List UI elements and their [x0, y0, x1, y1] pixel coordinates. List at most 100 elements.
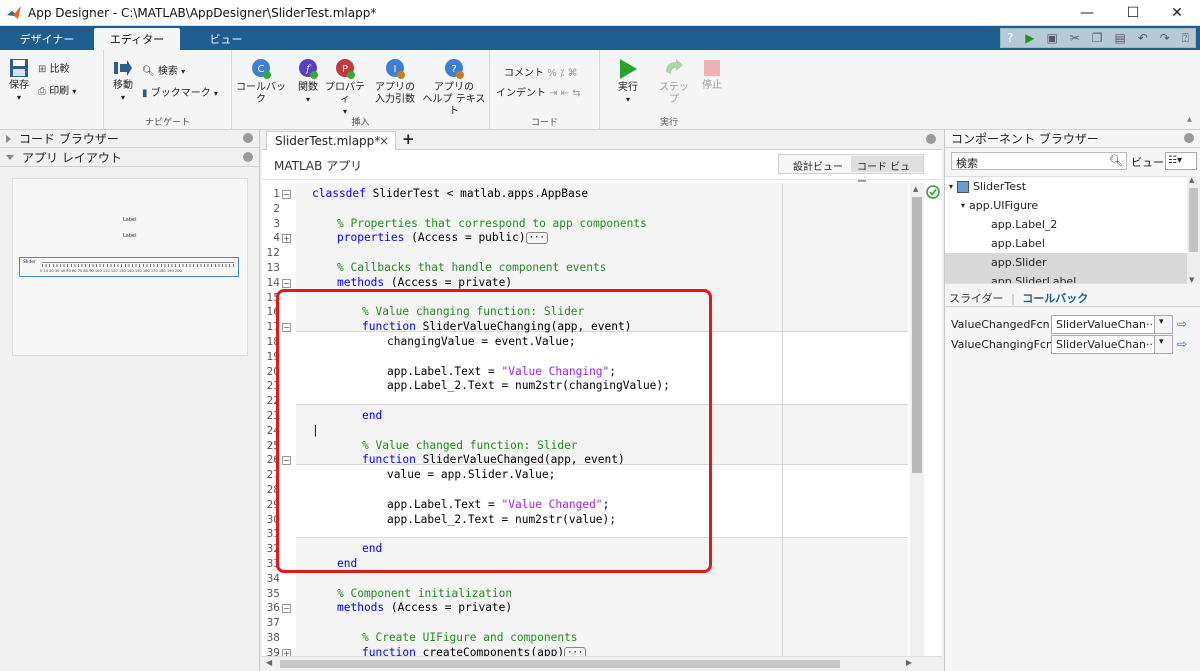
tab-slider-properties[interactable]: スライダー: [949, 292, 1004, 305]
copy-icon[interactable]: ❐: [1092, 31, 1103, 45]
code-browser-header[interactable]: コード ブラウザー: [0, 130, 259, 148]
tree-item-uifigure[interactable]: ▾ app.UIFigure: [945, 196, 1187, 215]
expand-fold-icon[interactable]: +: [282, 234, 291, 244]
code-line[interactable]: 38 % Create UIFigure and components: [262, 631, 910, 646]
code-line[interactable]: 29 app.Label.Text = "Value Changed";: [262, 498, 910, 513]
code-line[interactable]: 33 end: [262, 557, 910, 572]
tree-item-label-2[interactable]: app.Label_2: [945, 215, 1187, 234]
tab-slidertest[interactable]: SliderTest.mlapp* ×: [266, 131, 396, 151]
code-line[interactable]: 14− methods (Access = private): [262, 276, 910, 291]
code-line[interactable]: 25 % Value changed function: Slider: [262, 439, 910, 454]
code-line[interactable]: 22: [262, 394, 910, 409]
help-search-icon[interactable]: ⍰: [1182, 31, 1189, 46]
code-line[interactable]: 16 % Value changing function: Slider: [262, 305, 910, 320]
code-line[interactable]: 27 value = app.Slider.Value;: [262, 468, 910, 483]
panel-close-icon[interactable]: [926, 134, 936, 144]
print-button[interactable]: ⎙ 印刷 ▾: [38, 86, 100, 98]
code-line[interactable]: 34: [262, 572, 910, 587]
go-to-callback-icon[interactable]: ⇨: [1177, 317, 1187, 331]
value-changed-fcn-select[interactable]: SliderValueChan··· ▾: [1051, 314, 1173, 334]
stop-button[interactable]: 停止: [698, 58, 726, 92]
no-issues-check-icon[interactable]: [926, 185, 940, 199]
code-line[interactable]: 13 % Callbacks that handle component even…: [262, 261, 910, 276]
search-button[interactable]: 🔍︎ 検索 ▾: [142, 66, 212, 78]
tree-item-slider[interactable]: app.Slider: [945, 253, 1187, 272]
code-line[interactable]: 4 + properties (Access = public) ···: [262, 231, 910, 246]
code-line[interactable]: 23 end: [262, 409, 910, 424]
value-changing-fcn-select[interactable]: SliderValueChan··· ▾: [1051, 334, 1173, 354]
app-help-text-button[interactable]: ? アプリの ヘルプ テキスト: [422, 58, 486, 118]
tab-close-icon[interactable]: ×: [379, 134, 389, 148]
maximize-button[interactable]: ☐: [1110, 0, 1156, 26]
tree-scrollbar[interactable]: ▲ ▼: [1187, 176, 1200, 284]
code-line[interactable]: 1− classdef SliderTest < matlab.apps.AppB…: [262, 187, 910, 202]
run-icon[interactable]: ▶: [1025, 31, 1034, 45]
panel-close-icon[interactable]: [1184, 133, 1194, 143]
collapse-fold-icon[interactable]: −: [282, 604, 291, 614]
code-line[interactable]: 15: [262, 291, 910, 306]
collapse-fold-icon[interactable]: −: [282, 456, 291, 466]
code-line[interactable]: 30 app.Label_2.Text = num2str(value);: [262, 513, 910, 528]
go-to-callback-icon[interactable]: ⇨: [1177, 337, 1187, 351]
close-button[interactable]: ✕: [1154, 0, 1200, 26]
tab-editor[interactable]: エディター: [94, 28, 180, 50]
code-editor[interactable]: 1− classdef SliderTest < matlab.apps.AppB…: [262, 183, 942, 671]
design-view-button[interactable]: 設計ビュー: [793, 158, 843, 173]
code-line[interactable]: 3 % Properties that correspond to app com…: [262, 217, 910, 232]
code-view-button[interactable]: コード ビュー: [851, 156, 923, 188]
comment-button[interactable]: コメント % ⁒ ⌘: [504, 68, 600, 80]
code-line[interactable]: 2: [262, 202, 910, 217]
cut-icon[interactable]: ✂: [1070, 31, 1080, 45]
code-line[interactable]: 19: [262, 350, 910, 365]
paste-icon[interactable]: ▤: [1114, 31, 1125, 45]
run-button[interactable]: 実行 ▾: [614, 58, 642, 106]
code-line[interactable]: 17− function SliderValueChanging(app, eve…: [262, 320, 910, 335]
collapse-fold-icon[interactable]: −: [282, 278, 291, 288]
help-icon[interactable]: ?: [1007, 31, 1013, 45]
code-line[interactable]: 21 app.Label_2.Text = num2str(changingVal…: [262, 379, 910, 394]
app-layout-header[interactable]: アプリ レイアウト: [0, 149, 259, 167]
tab-callbacks[interactable]: コールバック: [1022, 292, 1088, 305]
code-line[interactable]: 26− function SliderValueChanged(app, even…: [262, 453, 910, 468]
code-line[interactable]: 24 |: [262, 424, 910, 439]
horizontal-scrollbar[interactable]: ◀ ▶: [262, 656, 942, 671]
add-tab-button[interactable]: +: [402, 130, 415, 148]
view-dropdown[interactable]: ☷▾: [1165, 152, 1197, 170]
ribbon-collapse-icon[interactable]: ▴: [1187, 114, 1192, 125]
tab-designer[interactable]: デザイナー: [8, 28, 86, 50]
undo-icon[interactable]: ↶: [1138, 31, 1148, 45]
function-button[interactable]: f 関数 ▾: [292, 58, 324, 106]
code-line[interactable]: 28: [262, 483, 910, 498]
code-line[interactable]: 36− methods (Access = private): [262, 601, 910, 616]
panel-close-icon[interactable]: [243, 133, 253, 143]
code-line[interactable]: 12: [262, 246, 910, 261]
tree-item-sliderlabel[interactable]: app.SliderLabel: [945, 272, 1187, 283]
search-input[interactable]: 検索 🔍︎: [951, 152, 1127, 170]
save-icon[interactable]: ▣: [1046, 31, 1057, 45]
save-button[interactable]: 保存 ▾: [6, 58, 32, 104]
redo-icon[interactable]: ↷: [1160, 31, 1170, 45]
panel-close-icon[interactable]: [243, 152, 253, 162]
ellipsis-expand-icon[interactable]: ···: [525, 232, 548, 245]
bookmark-button[interactable]: ▮ ブックマーク ▾: [142, 88, 230, 100]
component-tree[interactable]: ▾ SliderTest ▾ app.UIFigure app.Label_2 …: [945, 176, 1187, 284]
property-button[interactable]: P プロパティ ▾: [324, 58, 366, 118]
compare-button[interactable]: ⊞ 比較: [38, 64, 86, 76]
collapse-fold-icon[interactable]: −: [282, 190, 291, 199]
tree-item-slidertest[interactable]: ▾ SliderTest: [945, 177, 1187, 196]
minimize-button[interactable]: —: [1064, 0, 1110, 26]
code-line[interactable]: 18 changingValue = event.Value;: [262, 335, 910, 350]
indent-button[interactable]: インデント ⇥ ⇤ ⇆: [496, 88, 596, 100]
tree-item-label[interactable]: app.Label: [945, 234, 1187, 253]
code-line[interactable]: 31: [262, 527, 910, 542]
collapse-fold-icon[interactable]: −: [282, 323, 291, 333]
tab-view[interactable]: ビュー: [186, 28, 266, 50]
code-line[interactable]: 32 end: [262, 542, 910, 557]
vertical-scrollbar[interactable]: ▲ ▼: [910, 183, 924, 671]
app-layout-thumbnail[interactable]: Label Label Slider 0 10 20 30 40 50 60 7…: [12, 178, 248, 356]
scrollbar-thumb[interactable]: [280, 660, 840, 668]
move-button[interactable]: 移動 ▾: [110, 58, 136, 104]
app-input-args-button[interactable]: I アプリの 入力引数: [370, 58, 420, 106]
code-line[interactable]: 20 app.Label.Text = "Value Changing";: [262, 365, 910, 380]
callback-button[interactable]: C コールバック: [234, 58, 288, 106]
